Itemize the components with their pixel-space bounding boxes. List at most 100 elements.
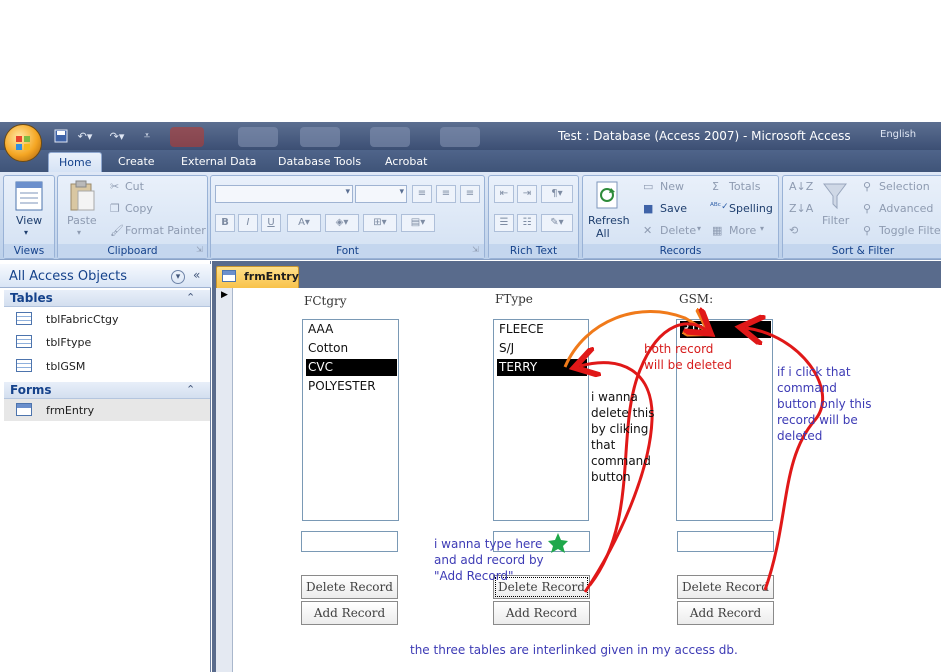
fctgry-listbox[interactable]: AAA Cotton CVC POLYESTER <box>302 319 399 521</box>
list-item[interactable]: AAA <box>306 321 397 338</box>
ftype-listbox[interactable]: FLEECE S/J TERRY <box>493 319 589 521</box>
new-record-icon[interactable]: ▭ <box>643 180 653 193</box>
save-record-icon[interactable]: ■ <box>643 202 653 215</box>
selection-icon[interactable]: ⚲ <box>863 180 871 193</box>
copy-button[interactable]: Copy <box>125 202 153 215</box>
copy-icon[interactable]: ❐ <box>110 202 120 215</box>
more-button[interactable]: More <box>729 224 756 237</box>
clear-sort-icon[interactable]: ⟲ <box>789 224 798 237</box>
blurred-taskbar-icon <box>440 127 480 147</box>
view-dropdown-icon[interactable]: ▾ <box>24 228 28 237</box>
list-item-selected[interactable]: TERRY <box>497 359 587 376</box>
toggle-filter-button[interactable]: Toggle Filte <box>879 224 941 237</box>
underline-icon[interactable]: U <box>261 214 281 232</box>
nav-item-tblfabricctgy[interactable]: tblFabricCtgy <box>4 309 210 331</box>
record-selector[interactable] <box>216 288 233 672</box>
sort-ascending-icon[interactable]: A↓Z <box>789 180 813 193</box>
nav-item-tblftype[interactable]: tblFtype <box>4 332 210 354</box>
collapse-section-icon[interactable]: ⌃ <box>186 291 195 304</box>
views-group-label: Views <box>4 244 54 258</box>
cut-button[interactable]: Cut <box>125 180 144 193</box>
paragraph-icon[interactable]: ¶▾ <box>541 185 573 203</box>
clipboard-launcher-icon[interactable]: ⇲ <box>196 245 203 254</box>
table-icon <box>16 312 32 325</box>
decrease-indent-icon[interactable]: ⇤ <box>494 185 514 203</box>
font-size-select[interactable] <box>355 185 407 203</box>
tab-acrobat[interactable]: Acrobat <box>375 152 437 172</box>
cut-icon[interactable]: ✂ <box>110 180 119 193</box>
align-left-icon[interactable]: ≡ <box>412 185 432 203</box>
gsm-add-record-button[interactable]: Add Record <box>677 601 774 625</box>
refresh-icon[interactable] <box>594 180 620 212</box>
sort-descending-icon[interactable]: Z↓A <box>789 202 813 215</box>
tab-home[interactable]: Home <box>48 152 103 172</box>
align-center-icon[interactable]: ≡ <box>436 185 456 203</box>
nav-item-tblgsm[interactable]: tblGSM <box>4 356 210 378</box>
save-icon[interactable] <box>52 127 70 145</box>
paste-dropdown-icon[interactable]: ▾ <box>77 228 81 237</box>
undo-icon[interactable]: ↶▾ <box>76 127 94 145</box>
list-item-selected[interactable]: 310 <box>680 321 771 338</box>
selection-button[interactable]: Selection <box>879 180 930 193</box>
redo-icon[interactable]: ↷▾ <box>108 127 126 145</box>
ftype-add-record-button[interactable]: Add Record <box>493 601 590 625</box>
delete-dropdown-icon[interactable]: ▾ <box>697 224 701 233</box>
advanced-icon[interactable]: ⚲ <box>863 202 871 215</box>
paste-icon[interactable] <box>68 180 96 212</box>
tab-external-data[interactable]: External Data <box>171 152 266 172</box>
italic-icon[interactable]: I <box>238 214 258 232</box>
fctgry-delete-record-button[interactable]: Delete Record <box>301 575 398 599</box>
office-button[interactable] <box>4 124 42 162</box>
fctgry-input[interactable] <box>301 531 398 552</box>
increase-indent-icon[interactable]: ⇥ <box>517 185 537 203</box>
font-launcher-icon[interactable]: ⇲ <box>472 245 479 254</box>
new-record-button[interactable]: New <box>660 180 684 193</box>
bold-icon[interactable]: B <box>215 214 235 232</box>
totals-icon[interactable]: Σ <box>712 180 719 193</box>
list-item[interactable]: FLEECE <box>497 321 587 338</box>
highlight-icon[interactable]: ✎▾ <box>541 214 573 232</box>
format-painter-icon[interactable]: 🖌 <box>110 224 124 237</box>
alternate-fill-icon[interactable]: ▤▾ <box>401 214 435 232</box>
gridlines-icon[interactable]: ⊞▾ <box>363 214 397 232</box>
delete-record-button[interactable]: Delete <box>660 224 696 237</box>
filter-icon[interactable] <box>822 182 848 210</box>
filter-button[interactable]: Filter <box>822 214 849 227</box>
more-icon[interactable]: ▦ <box>712 224 722 237</box>
collapse-section-icon[interactable]: ⌃ <box>186 383 195 396</box>
totals-button[interactable]: Totals <box>729 180 760 193</box>
toggle-filter-icon[interactable]: ⚲ <box>863 224 871 237</box>
format-painter-button[interactable]: Format Painter <box>125 224 206 237</box>
gsm-delete-record-button[interactable]: Delete Record <box>677 575 774 599</box>
customize-qat-icon[interactable]: ⩡ <box>138 127 156 145</box>
delete-record-icon[interactable]: ✕ <box>643 224 652 237</box>
fill-color-icon[interactable]: ◈▾ <box>325 214 359 232</box>
numbering-icon[interactable]: ☰ <box>494 214 514 232</box>
refresh-all-button[interactable]: Refresh <box>588 214 630 227</box>
tab-database-tools[interactable]: Database Tools <box>268 152 371 172</box>
nav-item-frmentry[interactable]: frmEntry <box>4 399 210 421</box>
tab-create[interactable]: Create <box>108 152 165 172</box>
bullets-icon[interactable]: ☷ <box>517 214 537 232</box>
spelling-icon[interactable]: ᴬᴮᶜ✓ <box>710 202 729 212</box>
more-dropdown-icon[interactable]: ▾ <box>760 224 764 233</box>
ftype-label: FType <box>495 292 533 306</box>
save-record-button[interactable]: Save <box>660 202 687 215</box>
font-name-select[interactable] <box>215 185 353 203</box>
list-item[interactable]: POLYESTER <box>306 378 397 395</box>
nav-item-label: frmEntry <box>46 404 95 417</box>
nav-menu-dropdown-icon[interactable]: ▾ <box>171 270 185 284</box>
font-color-icon[interactable]: A▾ <box>287 214 321 232</box>
gsm-input[interactable] <box>677 531 774 552</box>
list-item[interactable]: S/J <box>497 340 587 357</box>
view-button[interactable]: View <box>16 214 42 227</box>
align-right-icon[interactable]: ≡ <box>460 185 480 203</box>
fctgry-add-record-button[interactable]: Add Record <box>301 601 398 625</box>
advanced-button[interactable]: Advanced <box>879 202 933 215</box>
spelling-button[interactable]: Spelling <box>729 202 773 215</box>
paste-button[interactable]: Paste <box>67 214 97 227</box>
list-item[interactable]: Cotton <box>306 340 397 357</box>
shutter-bar-collapse-icon[interactable]: « <box>193 268 200 282</box>
list-item-selected[interactable]: CVC <box>306 359 397 376</box>
view-icon[interactable] <box>14 180 44 212</box>
